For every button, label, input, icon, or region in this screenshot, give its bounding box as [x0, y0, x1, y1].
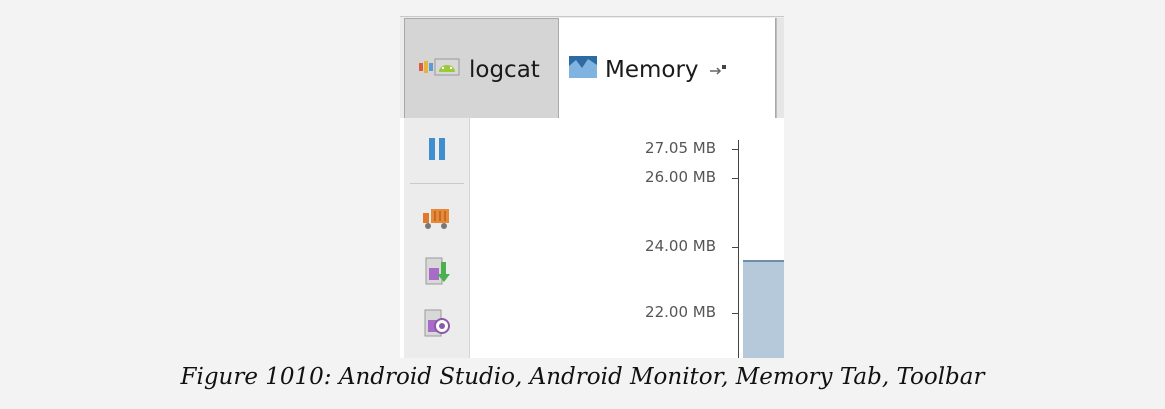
y-tick-mark: [732, 149, 738, 150]
y-tick-label: 26.00 MB: [645, 168, 716, 186]
pin-arrow-icon[interactable]: [709, 57, 727, 83]
y-tick-label: 27.05 MB: [645, 139, 716, 157]
tab-logcat[interactable]: logcat: [404, 18, 559, 120]
tab-memory-label: Memory: [605, 57, 699, 83]
heap-dump-icon: [424, 256, 450, 290]
tab-memory[interactable]: Memory: [559, 18, 776, 122]
garbage-truck-icon: [423, 207, 451, 235]
memory-chart-icon: [569, 56, 597, 84]
y-tick-mark: [732, 313, 738, 314]
tool-window-tab-strip: logcat Memory: [400, 16, 784, 122]
allocated-memory-area: [743, 260, 784, 358]
pause-button[interactable]: [422, 136, 452, 166]
y-axis: [738, 140, 739, 358]
y-tick-label: 22.00 MB: [645, 303, 716, 321]
y-tick-mark: [732, 178, 738, 179]
allocation-tracking-button[interactable]: [422, 308, 452, 342]
dump-java-heap-button[interactable]: [422, 256, 452, 290]
allocation-tracking-icon: [423, 308, 451, 342]
android-logcat-icon: [419, 57, 461, 83]
figure-caption: Figure 1010: Android Studio, Android Mon…: [180, 364, 985, 390]
android-monitor-screenshot: logcat Memory 27.05 MB 26.00 MB 24.00 MB…: [400, 16, 784, 358]
toolbar-separator: [410, 183, 464, 184]
tab-strip-edge: [776, 18, 784, 120]
memory-chart: 27.05 MB26.00 MB24.00 MB22.00 MB20.00 MB: [470, 118, 784, 358]
pause-icon: [428, 138, 446, 164]
tab-logcat-label: logcat: [469, 56, 540, 83]
y-tick-label: 24.00 MB: [645, 237, 716, 255]
initiate-gc-button[interactable]: [422, 206, 452, 236]
memory-toolbar: [404, 118, 470, 358]
y-tick-mark: [732, 247, 738, 248]
memory-monitor-panel: 27.05 MB26.00 MB24.00 MB22.00 MB20.00 MB: [400, 118, 784, 358]
